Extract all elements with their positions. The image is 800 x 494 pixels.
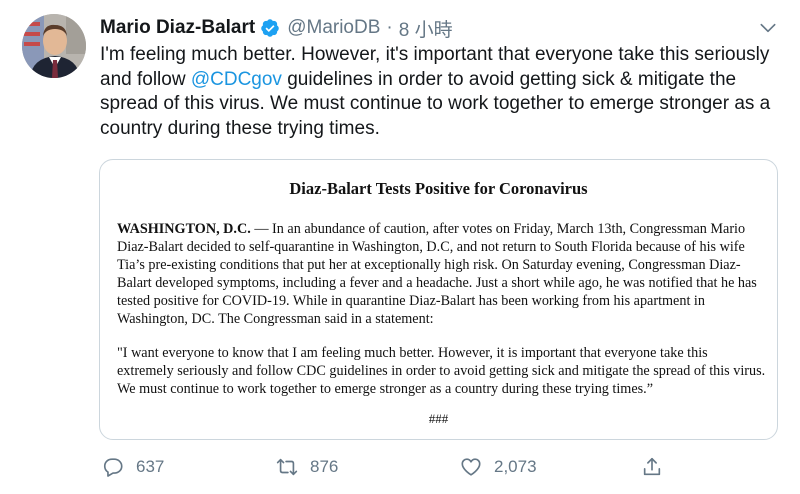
tweet-header: Mario Diaz-Balart @MarioDB · 8 小時 <box>100 14 800 42</box>
mention-link[interactable]: @CDCgov <box>191 69 282 90</box>
share-icon <box>643 457 661 476</box>
chevron-down-icon[interactable] <box>758 18 778 38</box>
like-button[interactable]: 2,073 <box>460 454 537 480</box>
like-count: 2,073 <box>494 457 537 476</box>
retweet-icon <box>276 458 298 476</box>
separator-dot: · <box>386 17 393 38</box>
reply-button[interactable]: 637 <box>102 454 164 480</box>
card-quote: "I want everyone to know that I am feeli… <box>117 345 766 398</box>
share-button[interactable] <box>641 454 663 480</box>
tweet-actions: 637 876 2,073 <box>100 454 700 480</box>
card-body: WASHINGTON, D.C. — In an abundance of ca… <box>117 221 767 416</box>
avatar-image <box>22 14 86 78</box>
reply-count: 637 <box>136 457 165 476</box>
tweet-text: I'm feeling much better. However, it's i… <box>100 43 790 141</box>
retweet-count: 876 <box>310 457 339 476</box>
retweet-button[interactable]: 876 <box>276 454 338 480</box>
card-end-mark: ### <box>428 411 449 426</box>
heart-icon <box>461 458 481 476</box>
avatar[interactable] <box>22 14 86 78</box>
author-name[interactable]: Mario Diaz-Balart <box>100 17 255 39</box>
author-handle[interactable]: @MarioDB <box>287 17 380 39</box>
tweet-timestamp[interactable]: 8 小時 <box>399 15 453 42</box>
card-title: Diaz-Balart Tests Positive for Coronavir… <box>289 179 588 198</box>
verified-badge-icon <box>260 18 280 38</box>
press-release-card[interactable]: Diaz-Balart Tests Positive for Coronavir… <box>99 159 778 440</box>
reply-icon <box>103 458 123 477</box>
card-dateline: WASHINGTON, D.C. <box>117 221 251 237</box>
card-paragraph: WASHINGTON, D.C. — In an abundance of ca… <box>117 221 767 328</box>
